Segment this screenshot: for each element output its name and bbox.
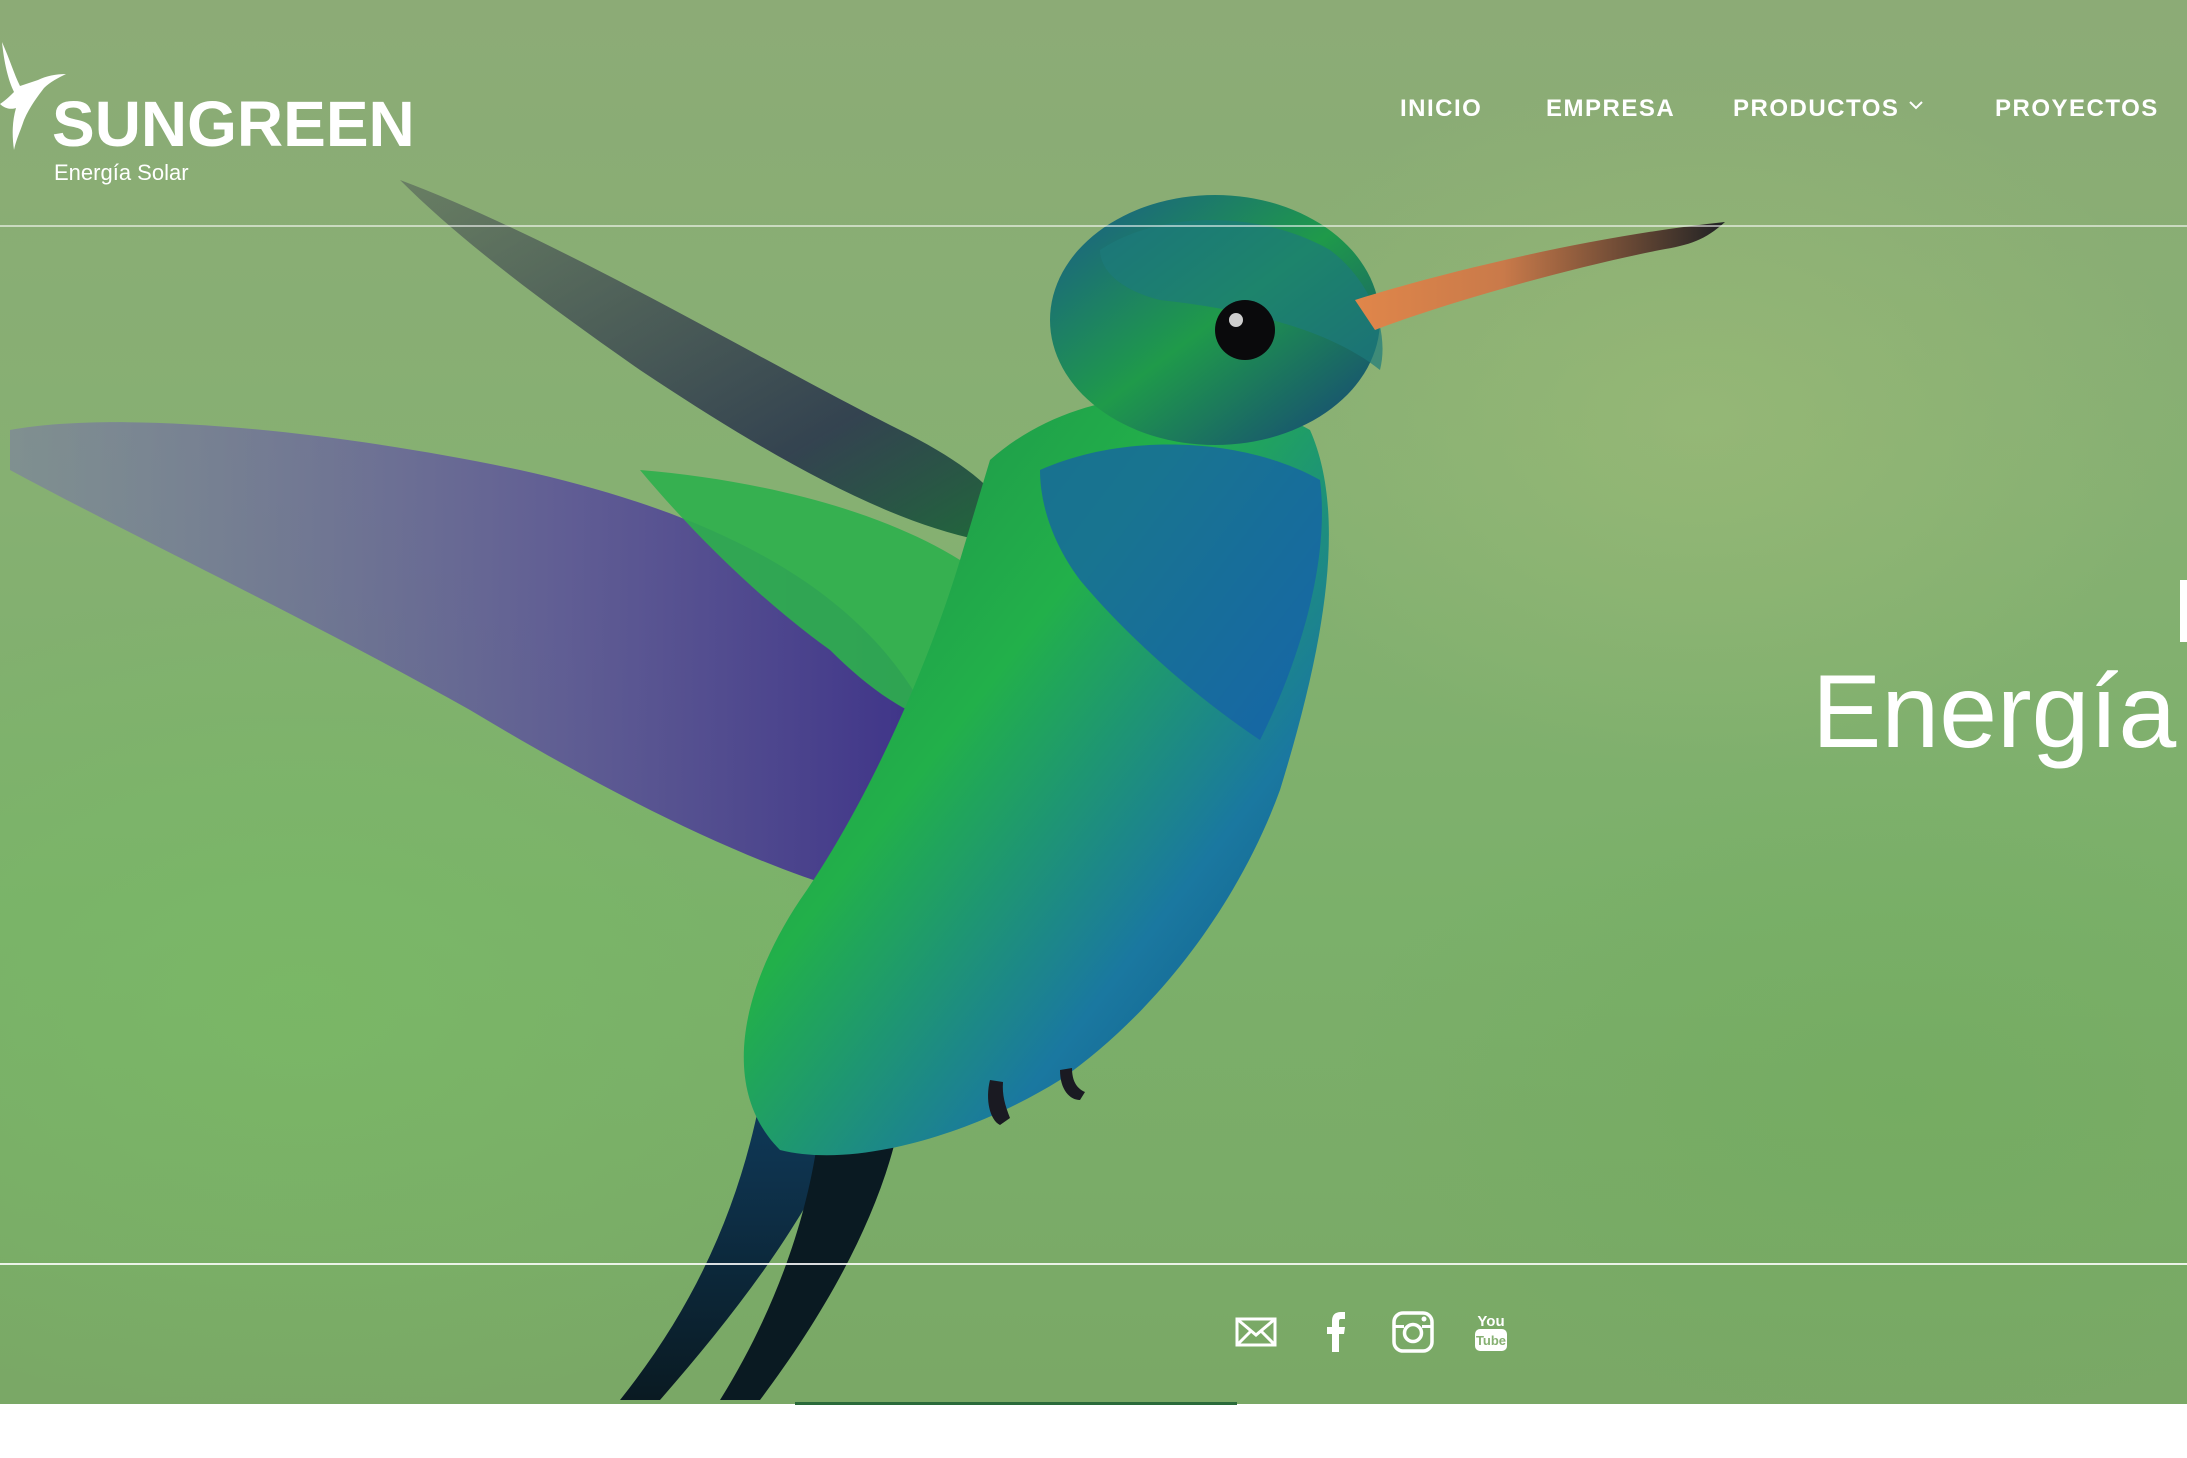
nav-item-proyectos[interactable]: PROYECTOS bbox=[1995, 94, 2159, 124]
brand-logo[interactable]: SUNGREEN Energía Solar bbox=[0, 40, 440, 190]
brand-tagline: Energía Solar bbox=[54, 160, 189, 185]
nav-item-empresa[interactable]: EMPRESA bbox=[1546, 94, 1675, 124]
hero-title: Energía bbox=[1812, 654, 2177, 770]
nav-item-productos-label: PRODUCTOS bbox=[1733, 95, 1900, 122]
hero-section: SUNGREEN Energía Solar INICIO EMPRESA PR… bbox=[0, 0, 2187, 1404]
hero-bottom-accent bbox=[795, 1402, 1237, 1405]
nav-item-inicio[interactable]: INICIO bbox=[1400, 94, 1482, 124]
svg-text:You: You bbox=[1477, 1313, 1504, 1330]
header-divider bbox=[0, 225, 2187, 227]
instagram-icon[interactable] bbox=[1391, 1310, 1435, 1354]
brand-name: SUNGREEN bbox=[52, 88, 415, 160]
mail-icon[interactable] bbox=[1234, 1310, 1278, 1354]
page-below-hero bbox=[0, 1404, 2187, 1458]
hero-slide-edge bbox=[2180, 580, 2187, 642]
nav-item-productos[interactable]: PRODUCTOS bbox=[1733, 94, 1924, 124]
svg-text:Tube: Tube bbox=[1476, 1333, 1506, 1348]
footer-divider bbox=[0, 1263, 2187, 1265]
chevron-down-icon bbox=[1909, 101, 1924, 110]
youtube-icon[interactable]: You Tube bbox=[1469, 1310, 1513, 1354]
facebook-icon[interactable] bbox=[1313, 1310, 1357, 1354]
